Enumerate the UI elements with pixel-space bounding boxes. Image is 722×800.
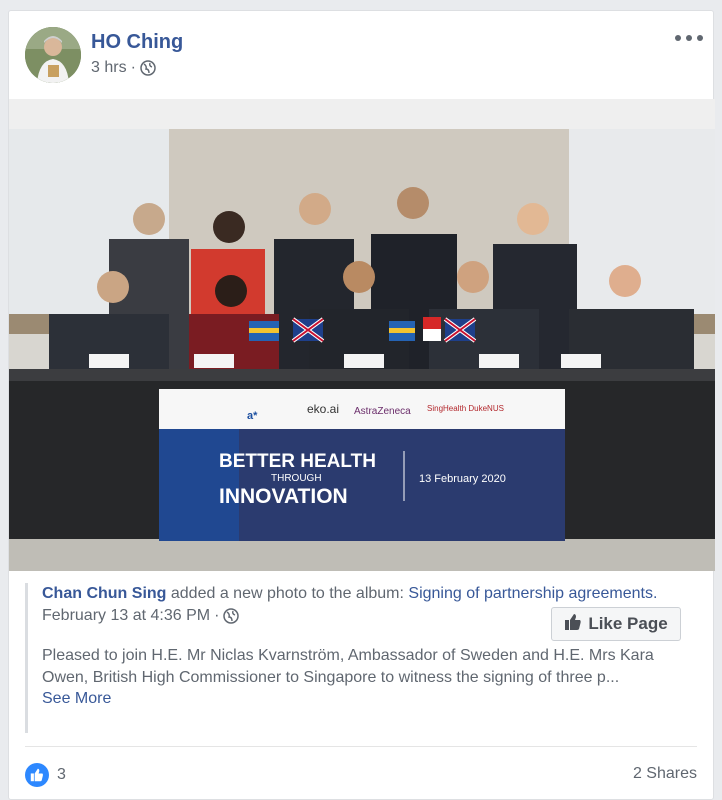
like-page-label: Like Page xyxy=(588,614,668,633)
divider xyxy=(25,746,697,747)
post-card: HO Ching 3 hrs · a* eko.ai AstraZeneca S… xyxy=(8,10,715,800)
shared-header: Chan Chun Sing added a new photo to the … xyxy=(42,583,699,605)
banner-title-line3: INNOVATION xyxy=(219,485,348,508)
shared-action: added a new photo to the album: xyxy=(166,585,409,602)
thumbs-up-icon xyxy=(564,613,582,636)
shared-text: Pleased to join H.E. Mr Niclas Kvarnströ… xyxy=(42,647,654,686)
banner-logo-astrazeneca: AstraZeneca xyxy=(354,406,411,417)
shared-album-link[interactable]: Signing of partnership agreements. xyxy=(408,585,657,602)
banner-date: 13 February 2020 xyxy=(419,473,506,485)
banner-logo-eko: eko.ai xyxy=(307,402,339,416)
svg-text:a*: a* xyxy=(247,410,258,422)
shared-meta-separator: · xyxy=(214,607,220,624)
post-time[interactable]: 3 hrs xyxy=(91,59,127,77)
reaction-summary[interactable]: 3 xyxy=(25,763,66,787)
banner-logo-singhealth: SingHealth DukeNUS xyxy=(427,404,504,413)
post-photo[interactable]: a* eko.ai AstraZeneca SingHealth DukeNUS… xyxy=(9,99,715,571)
shared-author-link[interactable]: Chan Chun Sing xyxy=(42,585,166,602)
like-count: 3 xyxy=(57,766,66,783)
post-meta: 3 hrs · xyxy=(91,59,156,77)
globe-icon[interactable] xyxy=(140,60,156,76)
banner-title-line2: THROUGH xyxy=(271,473,322,484)
globe-icon[interactable] xyxy=(223,608,240,624)
see-more-link[interactable]: See More xyxy=(42,690,699,708)
avatar[interactable] xyxy=(25,27,81,83)
shared-date[interactable]: February 13 at 4:36 PM xyxy=(42,607,210,625)
shared-post: Chan Chun Sing added a new photo to the … xyxy=(25,583,699,733)
meta-separator: · xyxy=(130,59,136,76)
shares-count[interactable]: 2 Shares xyxy=(633,765,697,783)
banner-title-line1: BETTER HEALTH xyxy=(219,451,376,472)
post-author-name[interactable]: HO Ching xyxy=(91,31,183,54)
like-page-button[interactable]: Like Page xyxy=(551,607,681,641)
thumbs-up-icon xyxy=(25,763,49,787)
more-dots-icon[interactable] xyxy=(675,27,703,49)
